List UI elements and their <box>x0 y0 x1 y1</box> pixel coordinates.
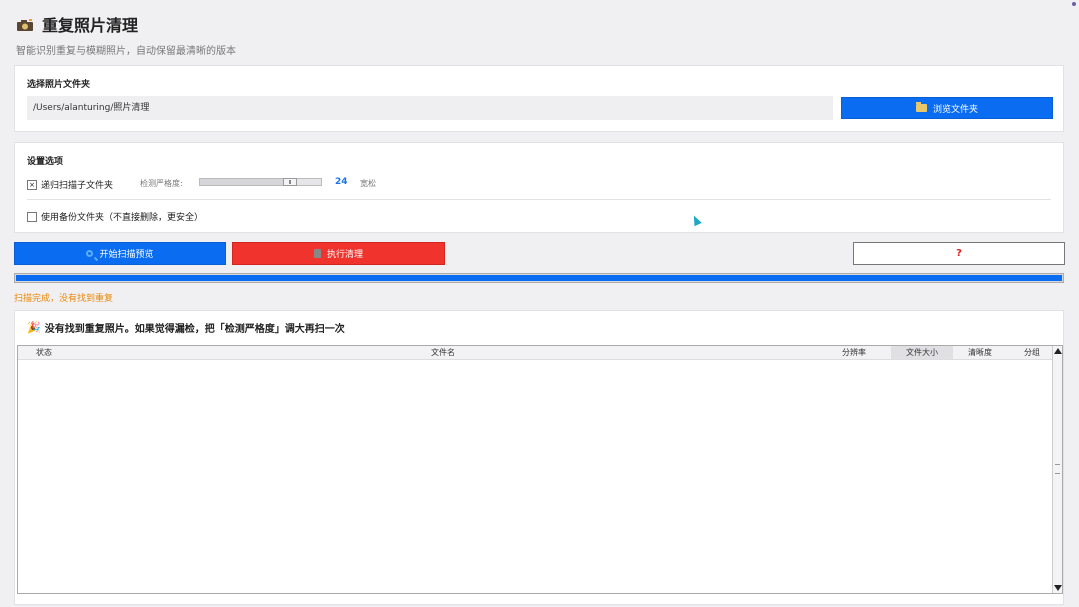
execute-clean-label: 执行清理 <box>326 250 363 260</box>
backup-checkbox[interactable] <box>27 211 37 222</box>
col-group[interactable]: 分组 <box>1024 347 1040 358</box>
table-header: 状态 文件名 分辨率 文件大小 清晰度 分组 <box>18 346 1054 360</box>
scroll-down-icon[interactable] <box>1054 585 1062 591</box>
status-text: 扫描完成，没有找到重复 <box>14 294 114 304</box>
window-dot <box>1072 2 1076 6</box>
trash-icon <box>313 249 321 258</box>
options-section-title: 设置选项 <box>27 157 64 167</box>
page-title: 重复照片清理 <box>42 16 139 35</box>
results-section: 🎉 没有找到重复照片。如果觉得漏检，把「检测严格度」调大再扫一次 状态 文件名 … <box>14 310 1064 605</box>
browse-folder-button[interactable]: 浏览文件夹 <box>841 97 1053 119</box>
folder-section-title: 选择照片文件夹 <box>27 80 91 90</box>
folder-section: 选择照片文件夹 /Users/alanturing/照片清理 浏览文件夹 <box>14 65 1064 132</box>
options-section: 设置选项 × 递归扫描子文件夹 检测严格度: 24 宽松 使用备份文件夹（不直接… <box>14 142 1064 233</box>
page-subtitle: 智能识别重复与模糊照片，自动保留最清晰的版本 <box>16 46 236 57</box>
recursive-option[interactable]: × 递归扫描子文件夹 <box>27 178 113 191</box>
col-filesize[interactable]: 文件大小 <box>891 346 953 359</box>
scroll-grip-icon[interactable] <box>1055 464 1060 474</box>
results-table[interactable]: 状态 文件名 分辨率 文件大小 清晰度 分组 <box>17 345 1063 594</box>
scroll-up-icon[interactable] <box>1054 348 1062 354</box>
sensitivity-slider[interactable] <box>199 178 322 186</box>
execute-clean-button[interactable]: 执行清理 <box>232 242 445 265</box>
col-clarity[interactable]: 清晰度 <box>968 347 992 358</box>
party-icon: 🎉 <box>27 321 41 334</box>
divider <box>27 199 1051 200</box>
backup-label: 使用备份文件夹（不直接删除，更安全） <box>41 213 204 223</box>
camera-icon <box>16 17 34 31</box>
table-scrollbar[interactable] <box>1052 346 1062 593</box>
slider-fill <box>200 179 283 185</box>
recursive-label: 递归扫描子文件夹 <box>41 181 114 191</box>
folder-path-input[interactable]: /Users/alanturing/照片清理 <box>27 96 833 120</box>
progress-fill <box>16 275 1062 281</box>
header: 重复照片清理 智能识别重复与模糊照片，自动保留最清晰的版本 <box>16 12 236 57</box>
progress-bar <box>14 273 1064 283</box>
help-button[interactable]: ? <box>853 242 1065 265</box>
slider-thumb[interactable] <box>283 178 297 186</box>
start-scan-button[interactable]: 开始扫描预览 <box>14 242 226 265</box>
folder-icon <box>915 102 927 112</box>
search-icon <box>86 250 94 257</box>
col-status[interactable]: 状态 <box>36 347 52 358</box>
sensitivity-label: 检测严格度: <box>140 179 183 188</box>
col-resolution[interactable]: 分辨率 <box>842 347 866 358</box>
help-label: ? <box>956 248 962 259</box>
backup-option[interactable]: 使用备份文件夹（不直接删除，更安全） <box>27 210 203 223</box>
browse-folder-label: 浏览文件夹 <box>932 104 978 115</box>
result-message-text: 没有找到重复照片。如果觉得漏检，把「检测严格度」调大再扫一次 <box>44 324 345 335</box>
sensitivity-loose-label: 宽松 <box>360 179 376 188</box>
start-scan-label: 开始扫描预览 <box>99 250 154 260</box>
sensitivity-value: 24 <box>335 177 348 187</box>
col-filename[interactable]: 文件名 <box>431 347 455 358</box>
result-message: 🎉 没有找到重复照片。如果觉得漏检，把「检测严格度」调大再扫一次 <box>27 320 345 335</box>
title-row: 重复照片清理 <box>16 12 236 36</box>
recursive-checkbox[interactable]: × <box>27 179 37 190</box>
